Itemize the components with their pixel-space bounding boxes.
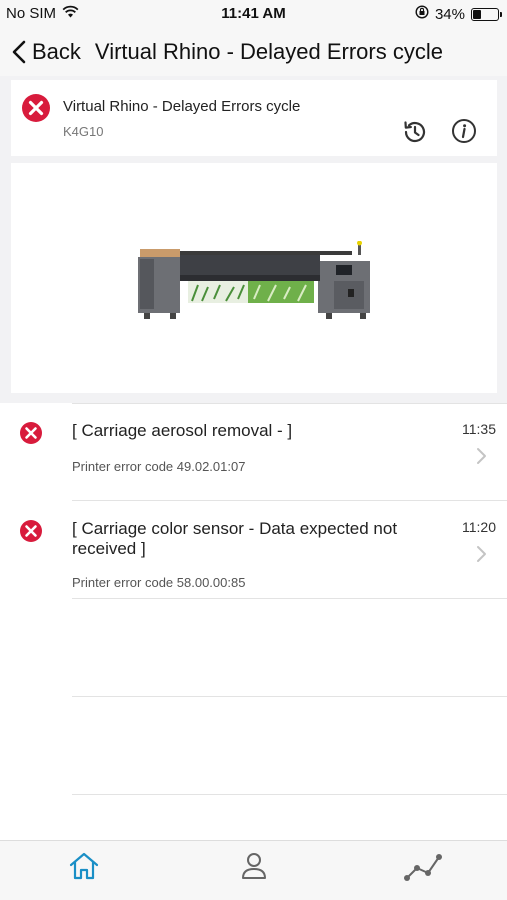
back-button[interactable]: Back <box>0 39 81 65</box>
printer-image-card <box>11 163 497 393</box>
battery-percent: 34% <box>434 5 465 23</box>
battery-icon <box>471 7 502 21</box>
list-separator <box>72 696 507 697</box>
large-format-printer-image <box>138 241 370 319</box>
tab-bar <box>0 840 507 900</box>
chevron-right-icon <box>477 448 486 464</box>
person-icon <box>242 853 266 879</box>
tab-profile[interactable] <box>240 851 268 886</box>
error-title: [ Carriage color sensor - Data expected … <box>72 519 398 558</box>
printer-name: Virtual Rhino - Delayed Errors cycle <box>63 98 301 115</box>
printer-header-card: Virtual Rhino - Delayed Errors cycle K4G… <box>11 80 497 156</box>
page-title: Virtual Rhino - Delayed Errors cycle <box>94 39 443 64</box>
info-icon[interactable] <box>451 118 477 144</box>
list-separator <box>72 794 507 795</box>
navigation-bar: Back Virtual Rhino - Delayed Errors cycl… <box>0 28 507 76</box>
line-chart-icon <box>404 854 442 881</box>
chevron-right-icon <box>477 546 486 562</box>
tab-analytics[interactable] <box>402 851 444 888</box>
error-row[interactable]: [ Carriage aerosol removal - ] Printer e… <box>0 403 507 501</box>
error-row[interactable]: [ Carriage color sensor - Data expected … <box>0 501 507 599</box>
error-icon <box>20 422 42 444</box>
status-bar: No SIM 11:41 AM 34% <box>0 0 507 28</box>
tab-home[interactable] <box>68 851 100 886</box>
error-time: 11:20 <box>462 519 496 535</box>
error-status-icon <box>22 94 50 122</box>
back-label: Back <box>32 39 81 64</box>
error-icon <box>20 520 42 542</box>
error-code: Printer error code 49.02.01:07 <box>72 459 246 474</box>
list-separator <box>72 598 507 599</box>
error-time: 11:35 <box>462 421 496 437</box>
chevron-left-icon <box>12 40 26 64</box>
error-title: [ Carriage aerosol removal - ] <box>72 421 293 440</box>
rotation-lock-icon <box>415 5 429 23</box>
printer-model: K4G10 <box>63 124 104 139</box>
history-icon[interactable] <box>401 118 429 146</box>
home-icon <box>69 852 99 880</box>
error-code: Printer error code 58.00.00:85 <box>72 575 246 590</box>
error-list: [ Carriage aerosol removal - ] Printer e… <box>0 403 507 840</box>
